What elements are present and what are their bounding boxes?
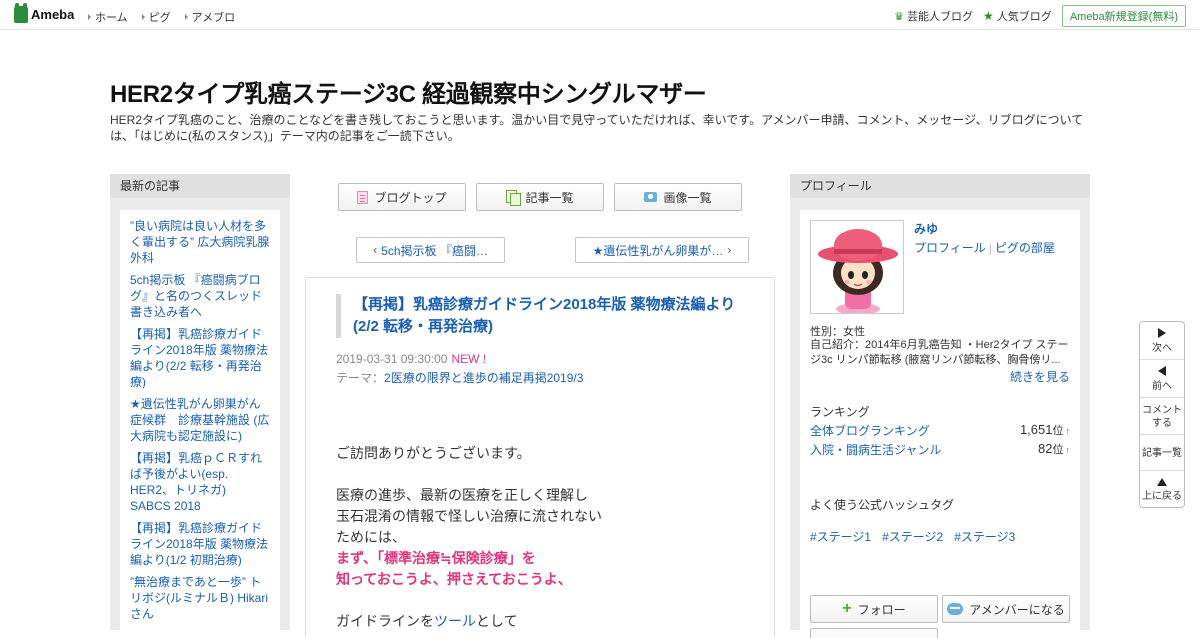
hashtag-list: #ステージ1 #ステージ2 #ステージ3 [810, 528, 1015, 545]
tool-link[interactable]: ツール [434, 613, 476, 629]
profile-heading: プロフィール [790, 174, 1090, 198]
global-nav: ホーム ピグ アメブロ [88, 9, 235, 25]
float-prev-button[interactable]: 前へ [1140, 360, 1184, 398]
ranking-row: 入院・闘病生活ジャンル 82位 ↑ [810, 441, 1070, 458]
latest-articles-list: ”良い病院は良い人材を多く輩出する” 広大病院乳腺外科 5ch掲示板 『癌闘病ブ… [120, 210, 280, 630]
celebrity-blog-link[interactable]: ♛ 芸能人ブログ [894, 8, 973, 24]
article-title[interactable]: 【再掲】乳癌診療ガイドライン2018年版 薬物療法編より(2/2 転移・再発治療… [336, 294, 746, 338]
article-date: 2019-03-31 09:30:00 [336, 352, 448, 366]
article-body: ご訪問ありがとうございます。 医療の進歩、最新の医療を正しく理解し 玉石混淆の情… [336, 443, 756, 632]
signup-button[interactable]: Ameba新規登録(無料) [1061, 5, 1186, 27]
latest-article-link[interactable]: 【再掲】乳癌診療ガイドライン2018年版 薬物療法編より(2/2 転移・再発治療… [130, 326, 270, 390]
nav-home[interactable]: ホーム [88, 9, 128, 25]
read-more-link[interactable]: 続きを見る [1010, 368, 1070, 385]
article-list-button[interactable]: 記事一覧 [476, 183, 604, 211]
ameba-logo[interactable]: Ameba [14, 3, 74, 23]
hashtag-link[interactable]: #ステージ3 [954, 528, 1015, 545]
caret-right-icon [141, 14, 145, 20]
profile-gender: 性別：女性 [810, 326, 865, 338]
speech-bubble-icon [947, 603, 964, 615]
latest-article-link[interactable]: 【再掲】乳癌診療ガイドライン2018年版 薬物療法編より(1/2 初期治療) [130, 520, 270, 568]
follow-button[interactable]: + フォロー [810, 595, 938, 623]
chevron-right-icon: › [727, 243, 732, 257]
star-icon: ★ [983, 9, 994, 23]
profile-name[interactable]: みゆ [914, 220, 938, 237]
avatar-image [811, 221, 903, 313]
ameba-logo-icon [14, 3, 28, 23]
plus-icon: + [842, 600, 852, 617]
caret-right-icon [184, 14, 188, 20]
avatar[interactable] [810, 220, 904, 314]
latest-article-link[interactable]: ”良い病院は良い人材を多く輩出する” 広大病院乳腺外科 [130, 218, 270, 266]
nav-pigg[interactable]: ピグ [141, 9, 171, 25]
body-highlight: まず、「標準治療≒保険診療」を [336, 550, 536, 566]
triangle-right-icon [1158, 328, 1166, 338]
global-header: Ameba ホーム ピグ アメブロ ♛ 芸能人ブログ ★ 人気ブログ Ameba新規… [0, 0, 1200, 30]
float-comment-button[interactable]: コメントする [1140, 398, 1184, 435]
latest-articles-panel: 最新の記事 ”良い病院は良い人材を多く輩出する” 広大病院乳腺外科 5ch掲示板… [110, 174, 290, 630]
body-line: ご訪問ありがとうございます。 [336, 445, 531, 461]
nav-ameblo[interactable]: アメブロ [184, 9, 235, 25]
rank-up-icon: ↑ [1065, 426, 1071, 436]
blog-title[interactable]: HER2タイプ乳癌ステージ3C 経過観察中シングルマザー [110, 74, 707, 109]
latest-article-link[interactable]: ”無治療まであと一歩” トリボジ(ルミナルＢ) Hikariさん [130, 574, 270, 622]
hashtag-link[interactable]: #ステージ2 [882, 528, 943, 545]
rank-up-icon: ↑ [1065, 445, 1071, 455]
chevron-left-icon: ‹ [373, 243, 378, 257]
profile-link[interactable]: プロフィール [914, 241, 986, 255]
blog-nav-buttons: ブログトップ 記事一覧 画像一覧 [338, 183, 742, 211]
crown-icon: ♛ [894, 10, 905, 23]
latest-article-link[interactable]: ★遺伝性乳がん卵巣がん症候群 診療基幹施設 (広大病院も認定施設に) [130, 396, 270, 444]
amember-button[interactable]: アメンバーになる [942, 595, 1070, 623]
image-list-button[interactable]: 画像一覧 [614, 183, 742, 211]
body-line: 医療の進歩、最新の医療を正しく理解し [336, 487, 588, 503]
body-line: ガイドラインをツールとして [336, 613, 518, 629]
next-article-link[interactable]: ★遺伝性乳がん卵巣が… › [575, 237, 749, 263]
article-theme: テーマ：2医療の限界と進歩の補足再掲2019/3 [336, 371, 584, 385]
body-highlight: 知っておこうよ、押さえておこうよ、 [336, 571, 572, 587]
profile-panel: プロフィール みゆ プロフィール | ピグの部屋 性別：女性 自己紹介：2014… [790, 174, 1090, 638]
article-meta: 2019-03-31 09:30:00 NEW ! [336, 352, 486, 366]
profile-content: みゆ プロフィール | ピグの部屋 性別：女性 自己紹介：2014年6月乳癌告知 ・… [800, 210, 1080, 638]
profile-intro: 自己紹介：2014年6月乳癌告知 ・Her2タイプ ステージ3c リンパ節転移 … [810, 339, 1069, 366]
float-next-button[interactable]: 次へ [1140, 322, 1184, 360]
overall-ranking-link[interactable]: 全体ブログランキング [810, 422, 930, 439]
triangle-left-icon [1158, 366, 1166, 376]
header-right: ♛ 芸能人ブログ ★ 人気ブログ Ameba新規登録(無料) [894, 5, 1186, 27]
floating-nav: 次へ 前へ コメントする 記事一覧 上に戻る [1139, 321, 1185, 508]
profile-links: プロフィール | ピグの部屋 [914, 241, 1055, 255]
float-top-button[interactable]: 上に戻る [1140, 471, 1184, 507]
latest-articles-heading: 最新の記事 [110, 174, 290, 198]
ranking-heading: ランキング [810, 405, 870, 419]
latest-article-link[interactable]: 【再掲】乳癌ｐＣＲすれば予後がよい(esp. HER2、トリネガ) SABCS … [130, 450, 270, 514]
latest-article-link[interactable]: 5ch掲示板 『癌闘病ブログ』と名のつくスレッド書き込み者へ [130, 272, 270, 320]
body-line: 玉石混淆の情報で怪しい治療に流されない [336, 508, 602, 524]
hashtag-link[interactable]: #ステージ1 [810, 528, 871, 545]
hashtag-heading: よく使う公式ハッシュタグ [810, 498, 955, 512]
theme-link[interactable]: 2医療の限界と進歩の補足再掲2019/3 [384, 371, 583, 385]
camera-icon [644, 192, 658, 202]
float-list-button[interactable]: 記事一覧 [1140, 435, 1184, 471]
prev-article-link[interactable]: ‹ 5ch掲示板 『癌闘… [356, 237, 505, 263]
body-line: ためには、 [336, 529, 406, 545]
ranking-value: 1,651位 ↑ [1019, 422, 1071, 437]
ranking-row: 全体ブログランキング 1,651位 ↑ [810, 422, 1070, 439]
blog-top-button[interactable]: ブログトップ [338, 183, 466, 211]
triangle-up-icon [1157, 478, 1167, 486]
article: 【再掲】乳癌診療ガイドライン2018年版 薬物療法編より(2/2 転移・再発治療… [305, 277, 775, 637]
blog-description: HER2タイプ乳癌のこと、治療のことなどを書き残しておこうと思います。温かい目で… [110, 113, 1084, 143]
genre-ranking-link[interactable]: 入院・闘病生活ジャンル [810, 441, 941, 458]
ranking-value: 82位 ↑ [1038, 441, 1071, 456]
document-icon [357, 190, 369, 204]
new-badge: NEW ! [451, 352, 487, 366]
pigg-room-link[interactable]: ピグの部屋 [995, 241, 1055, 255]
popular-blog-link[interactable]: ★ 人気ブログ [983, 8, 1052, 24]
documents-icon [506, 190, 522, 206]
caret-right-icon [88, 14, 91, 20]
